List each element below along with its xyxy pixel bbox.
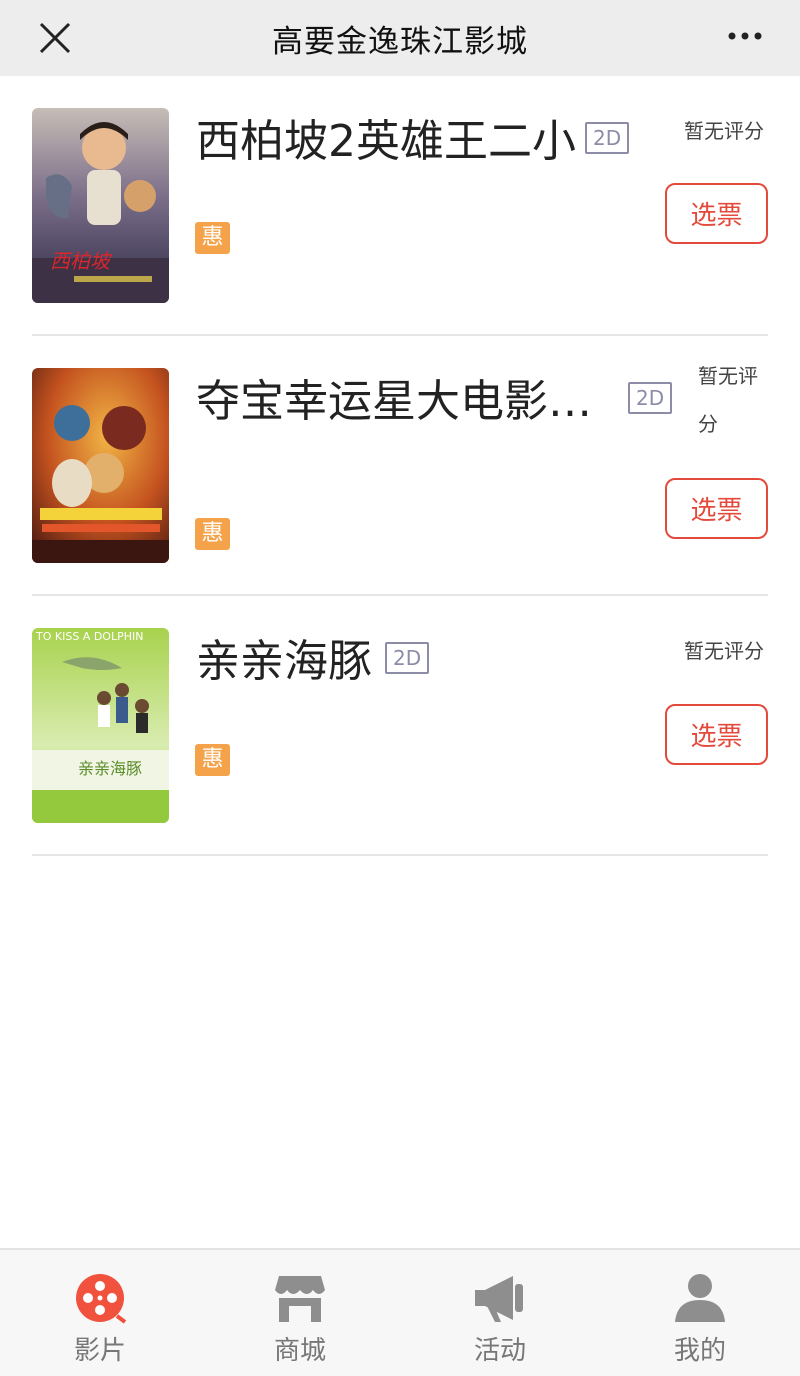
more-options-icon[interactable] [726, 24, 764, 48]
discount-badge: 惠 [195, 222, 230, 254]
tab-label: 影片 [73, 1336, 126, 1366]
bottom-tab-bar: 影片 商城 活动 我的 [0, 1248, 800, 1376]
tab-shop[interactable]: 商城 [200, 1250, 400, 1376]
shop-icon [275, 1276, 325, 1322]
tab-label: 我的 [673, 1336, 726, 1366]
tab-me[interactable]: 我的 [600, 1250, 800, 1376]
poster-caption: 亲亲海豚 [78, 759, 142, 778]
movie-poster[interactable] [32, 368, 169, 563]
tab-label: 商城 [273, 1336, 326, 1366]
megaphone-icon [475, 1276, 523, 1322]
movie-item[interactable]: TO KISS A DOLPHIN 亲亲海豚 亲亲海豚 2D 暂无评分 选票 惠 [0, 596, 800, 856]
movie-title: 夺宝幸运星大电影… [196, 376, 592, 427]
film-reel-icon [76, 1274, 127, 1324]
discount-badge: 惠 [195, 744, 230, 776]
score-text: 暂无评 [698, 364, 758, 388]
close-icon[interactable] [36, 19, 74, 57]
score-text: 暂无评分 [684, 119, 764, 143]
movie-poster[interactable]: 西柏坡 [32, 108, 169, 303]
user-icon [675, 1274, 725, 1322]
movie-poster[interactable]: TO KISS A DOLPHIN 亲亲海豚 [32, 628, 169, 823]
score-text: 暂无评分 [684, 639, 764, 663]
buy-ticket-button[interactable]: 选票 [665, 704, 768, 765]
tab-activities[interactable]: 活动 [400, 1250, 600, 1376]
page-title: 高要金逸珠江影城 [272, 23, 528, 60]
buy-ticket-button[interactable]: 选票 [665, 183, 768, 244]
movie-list: 西柏坡 西柏坡2英雄王二小 2D 暂无评分 选票 惠 夺宝幸运星大电影… 2D … [0, 76, 800, 856]
movie-item[interactable]: 夺宝幸运星大电影… 2D 暂无评 分 选票 惠 [0, 336, 800, 596]
top-bar: 高要金逸珠江影城 [0, 0, 800, 76]
movie-title: 亲亲海豚 [196, 636, 372, 687]
buy-ticket-button[interactable]: 选票 [665, 478, 768, 539]
movie-title: 西柏坡2英雄王二小 [196, 116, 576, 167]
movie-item[interactable]: 西柏坡 西柏坡2英雄王二小 2D 暂无评分 选票 惠 [0, 76, 800, 336]
tab-label: 活动 [473, 1336, 526, 1366]
format-tag: 2D [385, 642, 430, 674]
tab-films[interactable]: 影片 [0, 1250, 200, 1376]
divider [32, 854, 768, 856]
discount-badge: 惠 [195, 518, 230, 550]
format-tag: 2D [628, 382, 673, 414]
score-text-wrap: 分 [698, 412, 718, 436]
svg-text:西柏坡: 西柏坡 [50, 249, 113, 273]
poster-overlay-text: TO KISS A DOLPHIN [35, 630, 143, 643]
format-tag: 2D [585, 122, 630, 154]
